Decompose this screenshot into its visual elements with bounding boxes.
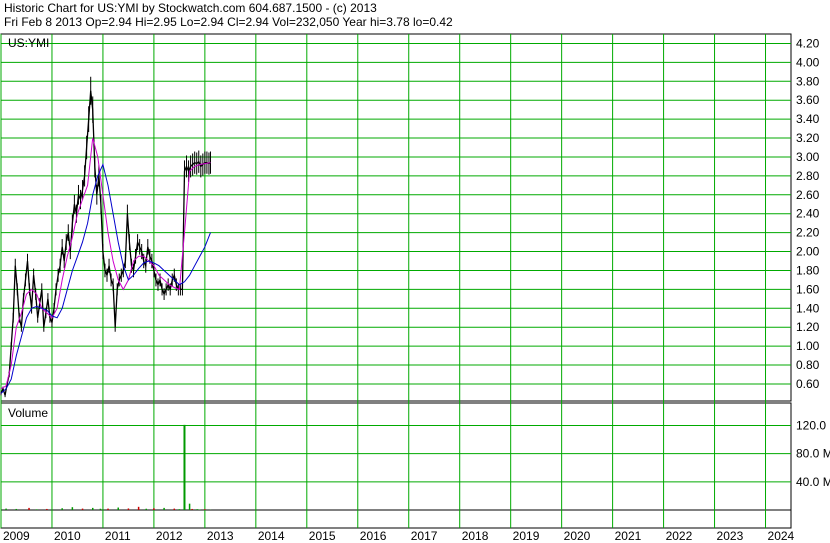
x-tick-label: 2022 — [666, 529, 693, 543]
x-tick-label: 2012 — [156, 529, 183, 543]
volume-tick-label: 80.0 M — [796, 447, 830, 461]
y-tick-label: 0.80 — [796, 358, 820, 372]
y-tick-label: 3.20 — [796, 131, 820, 145]
x-tick-label: 2017 — [411, 529, 438, 543]
price-panel-label: US:YMI — [8, 36, 49, 50]
y-tick-label: 1.00 — [796, 339, 820, 353]
volume-tick-label: 40.0 M — [796, 475, 830, 489]
x-tick-label: 2024 — [768, 529, 795, 543]
x-tick-label: 2019 — [513, 529, 540, 543]
x-tick-label: 2018 — [462, 529, 489, 543]
volume-tick-label: 120.0 M — [796, 419, 830, 433]
y-tick-label: 1.80 — [796, 263, 820, 277]
x-tick-label: 2010 — [54, 529, 81, 543]
y-tick-label: 2.40 — [796, 207, 820, 221]
x-tick-label: 2023 — [717, 529, 744, 543]
y-tick-label: 0.60 — [796, 377, 820, 391]
x-tick-label: 2021 — [615, 529, 642, 543]
y-tick-label: 3.60 — [796, 93, 820, 107]
y-tick-label: 3.80 — [796, 74, 820, 88]
x-tick-label: 2014 — [258, 529, 285, 543]
x-tick-label: 2020 — [564, 529, 591, 543]
y-tick-label: 2.20 — [796, 226, 820, 240]
y-tick-label: 4.20 — [796, 36, 820, 50]
x-tick-label: 2009 — [3, 529, 30, 543]
y-tick-label: 4.00 — [796, 55, 820, 69]
y-tick-label: 2.60 — [796, 188, 820, 202]
y-tick-label: 1.40 — [796, 301, 820, 315]
x-axis-band — [0, 509, 792, 529]
y-tick-label: 1.60 — [796, 282, 820, 296]
y-tick-label: 3.00 — [796, 150, 820, 164]
x-tick-label: 2013 — [207, 529, 234, 543]
x-tick-label: 2016 — [360, 529, 387, 543]
x-tick-label: 2011 — [105, 529, 131, 543]
y-tick-label: 2.80 — [796, 169, 820, 183]
y-tick-label: 2.00 — [796, 245, 820, 259]
y-tick-label: 3.40 — [796, 112, 820, 126]
volume-panel-label: Volume — [8, 406, 48, 420]
stock-chart: 0.60 0.80 1.00 1.20 1.40 1.60 1.80 2.00 2.20 2.40… — [0, 33, 830, 543]
x-tick-label: 2015 — [309, 529, 336, 543]
volume-panel-frame — [0, 402, 792, 511]
y-tick-label: 1.20 — [796, 320, 820, 334]
